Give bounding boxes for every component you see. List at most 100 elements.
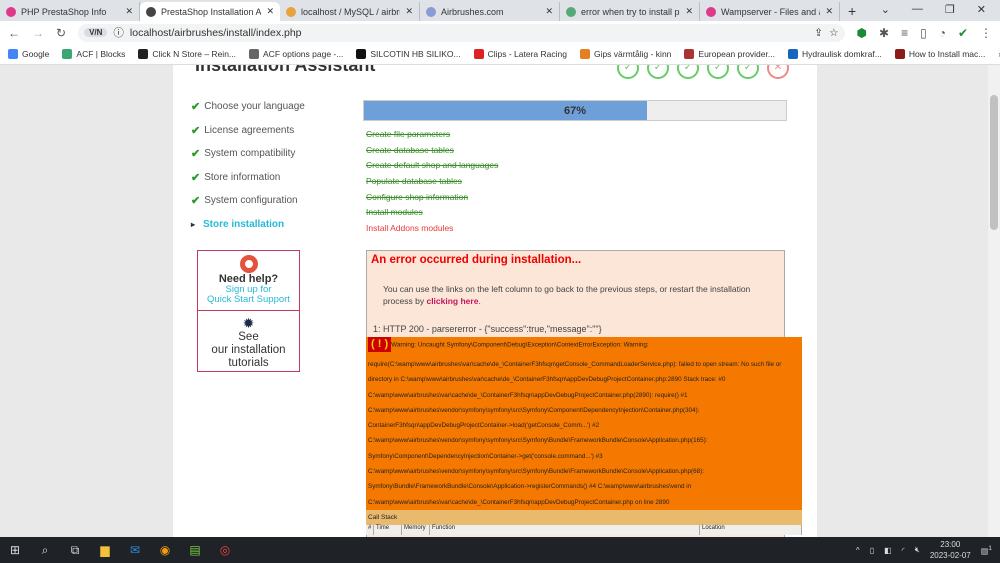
wifi-icon[interactable]: ◜	[902, 546, 905, 555]
step-done-icon: ✓	[677, 65, 699, 79]
bookmark-item[interactable]: Gips värmtålig - kinn	[579, 49, 672, 59]
search-icon[interactable]: ⌕	[30, 537, 60, 563]
scrollbar-thumb[interactable]	[990, 95, 998, 230]
notifications-icon[interactable]: ▤1	[981, 545, 992, 556]
chrome-icon[interactable]: ◎	[210, 537, 240, 563]
restore-button[interactable]: ❐	[945, 3, 955, 16]
support-link-2[interactable]: Quick Start Support	[198, 295, 299, 305]
checkmark-icon: ✔	[191, 124, 201, 137]
tutorials-text-2: tutorials	[228, 357, 269, 369]
xdebug-line: directory in C:\wamp\www\airbrushes\var\…	[366, 372, 802, 387]
info-icon[interactable]: ⓘ	[113, 25, 124, 40]
address-bar-row: ← → ↻ V/N ⓘ localhost/airbrushes/install…	[0, 21, 1000, 44]
browser-tab[interactable]: Wampserver - Files and addons ✕	[700, 2, 840, 21]
step-link[interactable]: ✔ Store information	[191, 166, 305, 190]
step-link[interactable]: ✔ License agreements	[191, 119, 305, 143]
tab-close-icon[interactable]: ✕	[125, 6, 133, 17]
menu-icon[interactable]: ⋮	[980, 26, 992, 40]
back-icon[interactable]: ←	[8, 26, 20, 40]
forward-icon[interactable]: →	[32, 26, 44, 40]
tutorials-box[interactable]: ✹ See our installation tutorials	[198, 311, 299, 371]
bookmark-item[interactable]: ACF options page -...	[249, 49, 343, 59]
url-text[interactable]: localhost/airbrushes/install/index.php	[130, 27, 302, 39]
checkmark-icon: ✔	[191, 148, 201, 161]
tab-search-icon[interactable]: ⌄	[881, 3, 890, 16]
profile-icon[interactable]: ◔	[939, 26, 946, 40]
call-stack-column: Function	[430, 524, 700, 535]
new-tab-button[interactable]: +	[840, 2, 864, 21]
xdebug-text: require(C:\wamp\www\airbrushes\var\cache…	[368, 361, 782, 368]
xdebug-line: C:\wamp\www\airbrushes\vendor\symfony\sy…	[366, 464, 802, 479]
notepad-icon[interactable]: ▤	[180, 537, 210, 563]
browser-tab[interactable]: error when try to install prestashop ✕	[560, 2, 700, 21]
browser-tab[interactable]: PHP PrestaShop Info ✕	[0, 2, 140, 21]
xdebug-line: C:\wamp\www\airbrushes\var\cache\de_\Con…	[366, 495, 802, 510]
call-stack-column: #	[366, 524, 374, 535]
clock[interactable]: 23:00 2023-02-07	[930, 539, 971, 561]
task-view-icon[interactable]: ⧉	[60, 537, 90, 563]
page-title: Installation Assistant	[195, 65, 376, 75]
browser-tab[interactable]: PrestaShop Installation Assistant ✕	[140, 2, 280, 21]
step-link[interactable]: ▸ Store installation	[191, 213, 305, 237]
bookmark-item[interactable]: How to Install mac...	[894, 49, 986, 59]
bookmark-item[interactable]: European provider...	[684, 49, 775, 59]
error-badge-icon: ( ! )	[368, 337, 392, 353]
step-link[interactable]: ✔ Choose your language	[191, 95, 305, 119]
start-icon[interactable]: ⊞	[0, 537, 30, 563]
tab-bar: PHP PrestaShop Info ✕ PrestaShop Installat…	[0, 0, 1000, 21]
browser-tab[interactable]: localhost / MySQL / airbrushes ✕	[280, 2, 420, 21]
reading-list-icon[interactable]: ≡	[901, 26, 908, 40]
step-label: License agreements	[204, 124, 295, 136]
bookmark-label: ACF options page -...	[263, 49, 344, 59]
bookmark-item[interactable]: Google	[8, 49, 49, 59]
bookmark-item[interactable]: Clips - Latera Racing	[473, 49, 567, 59]
bookmark-item[interactable]: Hydraulisk domkraf...	[787, 49, 882, 59]
tab-title: localhost / MySQL / airbrushes	[301, 6, 400, 17]
vpn-app-icon[interactable]: ◉	[150, 537, 180, 563]
url-bar[interactable]: V/N ⓘ localhost/airbrushes/install/index…	[78, 23, 845, 42]
bookmark-label: SILCOTIN HB SILIKO...	[370, 49, 461, 59]
bookmark-item[interactable]: SILCOTIN HB SILIKO...	[356, 49, 461, 59]
battery-icon[interactable]: ▯	[870, 546, 874, 555]
task-item: Create file parameters	[366, 129, 451, 139]
share-icon[interactable]: ⇪	[814, 27, 823, 39]
bookmark-item[interactable]: ACF | Blocks	[62, 49, 125, 59]
mail-icon[interactable]: ✉	[120, 537, 150, 563]
tab-close-icon[interactable]: ✕	[266, 6, 274, 17]
reload-icon[interactable]: ↻	[56, 26, 66, 40]
tab-title: PHP PrestaShop Info	[21, 6, 107, 17]
file-explorer-icon[interactable]: ▆	[90, 537, 120, 563]
tab-close-icon[interactable]: ✕	[825, 6, 833, 17]
tab-close-icon[interactable]: ✕	[545, 6, 553, 17]
extension-shield-icon[interactable]: ⬢	[857, 26, 867, 40]
volume-muted-icon[interactable]: 🔇︎	[915, 545, 920, 555]
install-progress-bar: 67%	[363, 100, 787, 121]
step-done-icon: ✓	[737, 65, 759, 79]
restart-link[interactable]: clicking here	[426, 296, 478, 306]
tab-close-icon[interactable]: ✕	[405, 6, 413, 17]
task-item: Configure shop information	[366, 191, 469, 202]
step-link[interactable]: ✔ System configuration	[191, 189, 305, 213]
need-help-box[interactable]: Need help? Sign up for Quick Start Suppo…	[198, 251, 299, 311]
step-link[interactable]: ✔ System compatibility	[191, 142, 305, 166]
side-panel-icon[interactable]: ▯	[920, 26, 927, 40]
bookmark-star-icon[interactable]: ☆	[829, 27, 838, 39]
tray-expand-icon[interactable]: ^	[856, 546, 860, 555]
browser-tab[interactable]: Airbrushes.com ✕	[420, 2, 560, 21]
task-item: Install Addons modules	[366, 223, 454, 234]
close-button[interactable]: ✕	[977, 3, 986, 16]
bookmark-label: Gips värmtålig - kinn	[593, 49, 672, 59]
taskbar: ⊞ ⌕ ⧉ ▆ ✉ ◉ ▤ ◎ ^ ▯ ◧ ◜ 🔇︎ 23:00 2023-02-…	[0, 537, 1000, 563]
security-extension-icon[interactable]: ✔	[958, 26, 968, 40]
extensions-puzzle-icon[interactable]: ✱	[879, 26, 889, 40]
minimize-button[interactable]: —	[912, 3, 923, 16]
xdebug-text: C:\wamp\www\airbrushes\vendor\symfony\sy…	[368, 468, 704, 476]
xdebug-line: require(C:\wamp\www\airbrushes\var\cache…	[366, 357, 802, 372]
bookmark-item[interactable]: Click N Store – Rein...	[138, 49, 236, 59]
bookmark-label: How to Install mac...	[908, 49, 986, 59]
network-icon[interactable]: ◧	[884, 546, 892, 555]
tab-close-icon[interactable]: ✕	[685, 6, 693, 17]
page-scrollbar[interactable]	[988, 65, 1000, 537]
xdebug-text: C:\wamp\www\airbrushes\vendor\symfony\sy…	[368, 437, 708, 445]
vpn-badge[interactable]: V/N	[84, 28, 108, 37]
